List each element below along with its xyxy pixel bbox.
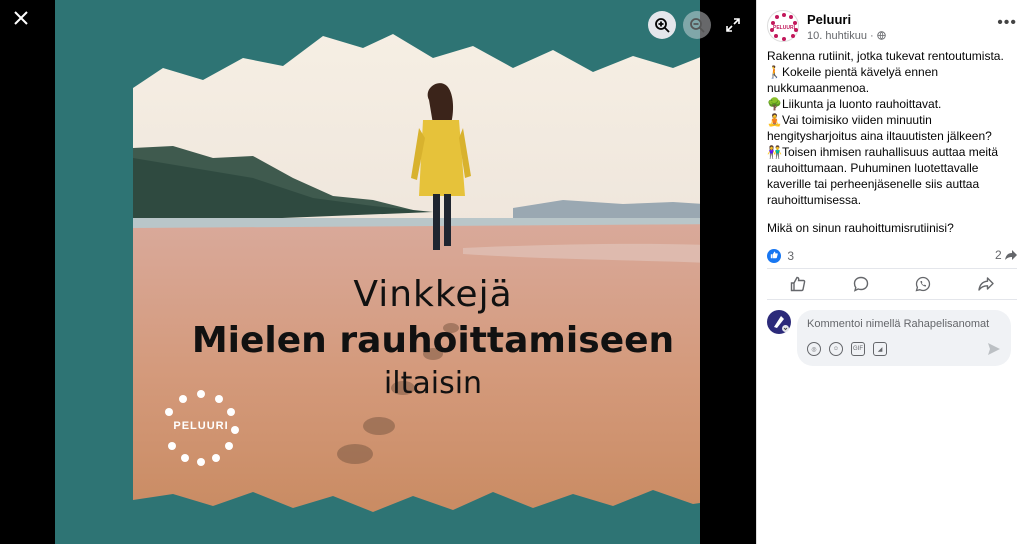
like-reaction-icon[interactable] bbox=[767, 248, 781, 263]
image-headline-line2: Mielen rauhoittamiseen bbox=[191, 320, 675, 361]
comment-input[interactable]: Kommentoi nimellä Rahapelisanomat ◎ ☺ GI… bbox=[797, 310, 1011, 366]
svg-text:PELUURI: PELUURI bbox=[773, 25, 796, 31]
zoom-out-icon[interactable] bbox=[683, 11, 711, 39]
comment-composer: Kommentoi nimellä Rahapelisanomat ◎ ☺ GI… bbox=[767, 310, 1021, 368]
post-paragraph: 🧘Vai toimisiko viiden minuutin hengitysh… bbox=[767, 113, 992, 143]
more-options-button[interactable]: ••• bbox=[997, 14, 1017, 32]
thumbs-up-icon bbox=[791, 276, 806, 292]
share-button[interactable] bbox=[974, 272, 998, 296]
post-paragraph: 👫Toisen ihmisen rauhallisuus auttaa meit… bbox=[767, 145, 999, 207]
post-paragraph: 🌳Liikunta ja luonto rauhoittavat. bbox=[767, 97, 942, 111]
close-icon[interactable] bbox=[10, 8, 32, 30]
peluuri-logo: PELUURI bbox=[161, 388, 241, 468]
page-avatar[interactable]: PELUURI bbox=[767, 10, 799, 42]
photo-viewer: Vinkkejä Mielen rauhoittamiseen iltaisin… bbox=[0, 0, 756, 544]
whatsapp-share-button[interactable] bbox=[911, 272, 935, 296]
page-name[interactable]: Peluuri bbox=[807, 12, 851, 27]
like-count[interactable]: 3 bbox=[787, 249, 794, 263]
reaction-summary: 3 2 bbox=[767, 248, 1017, 264]
share-count[interactable]: 2 bbox=[995, 248, 1017, 262]
post-text: Rakenna rutiinit, jotka tukevat rentoutu… bbox=[767, 48, 1019, 236]
globe-icon bbox=[877, 31, 886, 40]
post-header: PELUURI Peluuri 10. huhtikuu · ••• bbox=[767, 10, 1017, 44]
separator-dot: · bbox=[870, 30, 877, 42]
comment-icon bbox=[853, 276, 868, 292]
comment-button[interactable] bbox=[849, 272, 873, 296]
post-meta: 10. huhtikuu · bbox=[807, 30, 886, 42]
avatar-sticker-icon[interactable]: ◎ bbox=[807, 342, 821, 356]
expand-icon[interactable] bbox=[722, 14, 744, 36]
like-button[interactable] bbox=[786, 272, 810, 296]
commenter-avatar[interactable] bbox=[767, 310, 791, 334]
comment-tools: ◎ ☺ GIF ◢ bbox=[807, 342, 887, 356]
sticker-icon[interactable]: ◢ bbox=[873, 342, 887, 356]
image-headline-line1: Vinkkejä bbox=[353, 274, 513, 315]
emoji-icon[interactable]: ☺ bbox=[829, 342, 843, 356]
comment-placeholder: Kommentoi nimellä Rahapelisanomat bbox=[807, 318, 990, 330]
post-actions bbox=[767, 268, 1017, 300]
share-count-value: 2 bbox=[994, 248, 1002, 262]
gif-icon[interactable]: GIF bbox=[851, 342, 865, 356]
share-icon bbox=[978, 277, 994, 291]
post-paragraph: 🚶Kokeile pientä kävelyä ennen nukkumaanm… bbox=[767, 65, 939, 95]
post-paragraph: Mikä on sinun rauhoittumisrutiinisi? bbox=[767, 221, 954, 235]
share-count-icon bbox=[1005, 250, 1017, 260]
send-icon[interactable] bbox=[987, 342, 1001, 356]
post-panel: PELUURI Peluuri 10. huhtikuu · ••• Raken… bbox=[756, 0, 1024, 544]
image-scene: Vinkkejä Mielen rauhoittamiseen iltaisin… bbox=[133, 28, 700, 516]
whatsapp-icon bbox=[915, 276, 931, 292]
post-date[interactable]: 10. huhtikuu bbox=[807, 30, 867, 42]
post-image: Vinkkejä Mielen rauhoittamiseen iltaisin… bbox=[55, 0, 700, 544]
zoom-in-icon[interactable] bbox=[648, 11, 676, 39]
post-paragraph: Rakenna rutiinit, jotka tukevat rentoutu… bbox=[767, 49, 1004, 63]
